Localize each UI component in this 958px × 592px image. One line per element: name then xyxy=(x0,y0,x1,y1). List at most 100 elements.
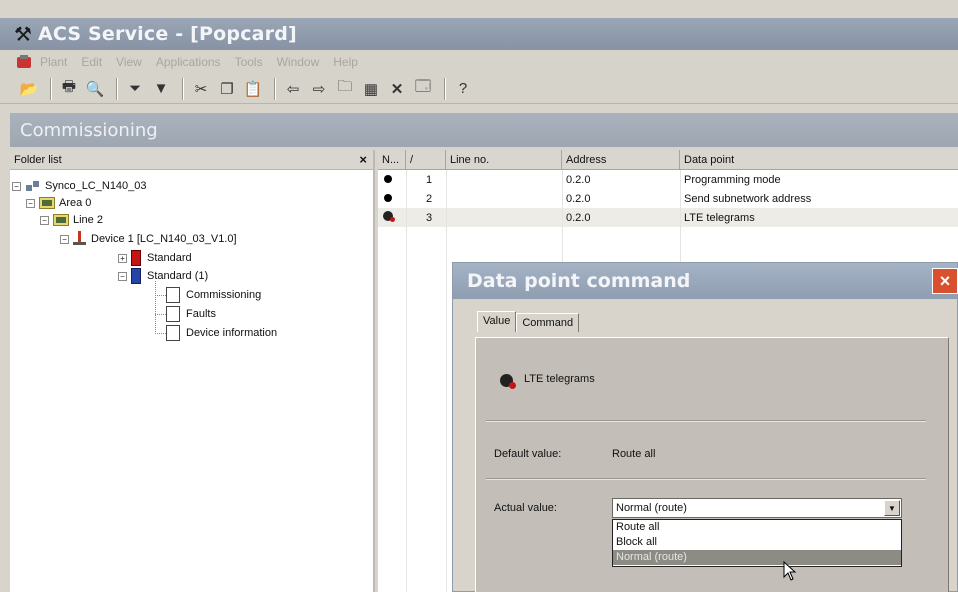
menu-tools[interactable]: Tools xyxy=(235,55,263,69)
filter-icon[interactable]: ⏷ xyxy=(124,78,146,100)
tree-item-label: Synco_LC_N140_03 xyxy=(45,180,147,192)
toolbar: 📂 🖶 🔍 ⏷ ▼ ✂ ❐ 📋 ⇦ ⇨ 🗀 ▦ ✕ 🗔 ? xyxy=(0,74,958,104)
menu-view[interactable]: View xyxy=(116,55,142,69)
row-address: 0.2.0 xyxy=(566,192,591,205)
tree-item-label: Standard (1) xyxy=(147,270,209,282)
tab-value[interactable]: Value xyxy=(477,311,517,332)
section-header: Commissioning xyxy=(10,113,958,147)
collapse-icon[interactable]: − xyxy=(118,271,127,281)
toolbar-separator xyxy=(50,77,52,100)
tree-connector xyxy=(155,333,166,334)
menu-applications[interactable]: Applications xyxy=(156,55,221,69)
table-row[interactable]: 1 0.2.0 Programming mode xyxy=(378,170,958,189)
dialog-tabs: Value Command xyxy=(477,311,580,332)
tree-connector xyxy=(155,281,156,334)
document-icon xyxy=(166,287,180,303)
option-route-all[interactable]: Route all xyxy=(613,520,901,535)
column-data-point[interactable]: Data point xyxy=(680,150,958,169)
actual-value-select[interactable]: Normal (route) ▼ xyxy=(612,498,902,518)
folder-list-panel: Folder list × − Synco_LC_N140_03 − Area … xyxy=(10,150,375,592)
window-title: ACS Service - [Popcard] xyxy=(37,23,297,45)
column-address[interactable]: Address xyxy=(562,150,680,169)
tree-item-commissioning[interactable]: Commissioning xyxy=(166,287,261,303)
up-folder-icon[interactable]: 🗀 xyxy=(334,78,356,100)
tree-item-device[interactable]: − Device 1 [LC_N140_03_V1.0] xyxy=(60,231,237,247)
table-row[interactable]: 2 0.2.0 Send subnetwork address xyxy=(378,189,958,208)
close-icon[interactable]: × xyxy=(932,268,958,294)
folder-list-title: Folder list xyxy=(14,153,62,166)
menu-plant[interactable]: Plant xyxy=(40,55,67,69)
chevron-down-icon[interactable]: ▼ xyxy=(884,500,900,516)
menu-edit[interactable]: Edit xyxy=(81,55,102,69)
properties-icon[interactable]: 🗔 xyxy=(412,78,434,100)
app-menu-icon[interactable] xyxy=(16,54,32,70)
collapse-icon[interactable]: − xyxy=(26,198,35,208)
datapoint-icon xyxy=(384,174,392,183)
table-row[interactable]: 3 0.2.0 LTE telegrams xyxy=(378,208,958,227)
help-icon[interactable]: ? xyxy=(452,78,474,100)
forward-icon[interactable]: ⇨ xyxy=(308,78,330,100)
tree-connector xyxy=(155,314,166,315)
tree-connector xyxy=(155,295,166,296)
expand-icon[interactable]: + xyxy=(118,253,127,263)
tree-item-label: Device information xyxy=(186,327,278,339)
tree-item-line[interactable]: − Line 2 xyxy=(40,212,103,228)
option-normal-route[interactable]: Normal (route) xyxy=(613,550,901,565)
delete-icon[interactable]: ✕ xyxy=(386,78,408,100)
menu-help[interactable]: Help xyxy=(333,55,358,69)
collapse-icon[interactable]: − xyxy=(60,234,69,244)
tree-item-faults[interactable]: Faults xyxy=(166,306,216,322)
collapse-icon[interactable]: − xyxy=(12,181,21,191)
column-number[interactable]: N... xyxy=(378,150,406,169)
tree-item-area[interactable]: − Area 0 xyxy=(26,195,91,211)
tree-item-label: Commissioning xyxy=(186,289,262,301)
row-data-point: LTE telegrams xyxy=(684,211,755,224)
grid-line xyxy=(406,170,407,592)
tree-item-root[interactable]: − Synco_LC_N140_03 xyxy=(12,178,147,194)
actual-value-selected: Normal (route) xyxy=(616,502,687,514)
grid-view-icon[interactable]: ▦ xyxy=(360,78,382,100)
tree-item-device-information[interactable]: Device information xyxy=(166,325,277,341)
toolbar-separator xyxy=(444,77,446,100)
column-line-no[interactable]: Line no. xyxy=(446,150,562,169)
list-header: N... / Line no. Address Data point xyxy=(378,150,958,170)
network-icon xyxy=(25,179,41,193)
tab-command[interactable]: Command xyxy=(516,313,580,332)
tree-item-standard[interactable]: + Standard xyxy=(118,250,192,266)
column-sort[interactable]: / xyxy=(406,150,446,169)
datapoint-command-icon xyxy=(500,374,516,389)
tools-icon: ⚒ xyxy=(14,23,32,46)
tree-item-label: Area 0 xyxy=(59,197,92,209)
tree-item-label: Line 2 xyxy=(73,214,103,226)
document-icon xyxy=(166,325,180,341)
row-address: 0.2.0 xyxy=(566,173,591,186)
row-number: 2 xyxy=(426,192,433,205)
option-block-all[interactable]: Block all xyxy=(613,535,901,550)
copy-icon[interactable]: ❐ xyxy=(216,78,238,100)
print-preview-icon[interactable]: 🔍 xyxy=(84,78,106,100)
divider xyxy=(486,420,926,422)
open-icon[interactable]: 📂 xyxy=(18,78,40,100)
title-bar: ⚒ ACS Service - [Popcard] xyxy=(0,18,958,50)
divider xyxy=(486,478,926,480)
actual-value-dropdown: Route all Block all Normal (route) xyxy=(612,519,902,567)
filter-active-icon[interactable]: ▼ xyxy=(150,78,172,100)
line-folder-icon xyxy=(53,214,69,226)
row-data-point: Programming mode xyxy=(684,173,781,186)
tree-item-standard-1[interactable]: − Standard (1) xyxy=(118,268,208,284)
menu-bar: Plant Edit View Applications Tools Windo… xyxy=(0,50,958,74)
folder-list-close-icon[interactable]: × xyxy=(359,152,367,167)
datapoint-command-icon xyxy=(383,211,395,222)
print-icon[interactable]: 🖶 xyxy=(58,78,80,100)
menu-window[interactable]: Window xyxy=(277,55,320,69)
toolbar-separator xyxy=(116,77,118,100)
collapse-icon[interactable]: − xyxy=(40,215,49,225)
paste-icon[interactable]: 📋 xyxy=(242,78,264,100)
device-icon xyxy=(73,231,87,247)
back-icon[interactable]: ⇦ xyxy=(282,78,304,100)
tree-item-label: Faults xyxy=(186,308,216,320)
dialog-title-bar[interactable]: Data point command × xyxy=(453,263,958,299)
standard-blue-icon xyxy=(131,268,141,284)
datapoint-command-dialog: Data point command × Value Command LTE t… xyxy=(452,262,958,592)
cut-icon[interactable]: ✂ xyxy=(190,78,212,100)
